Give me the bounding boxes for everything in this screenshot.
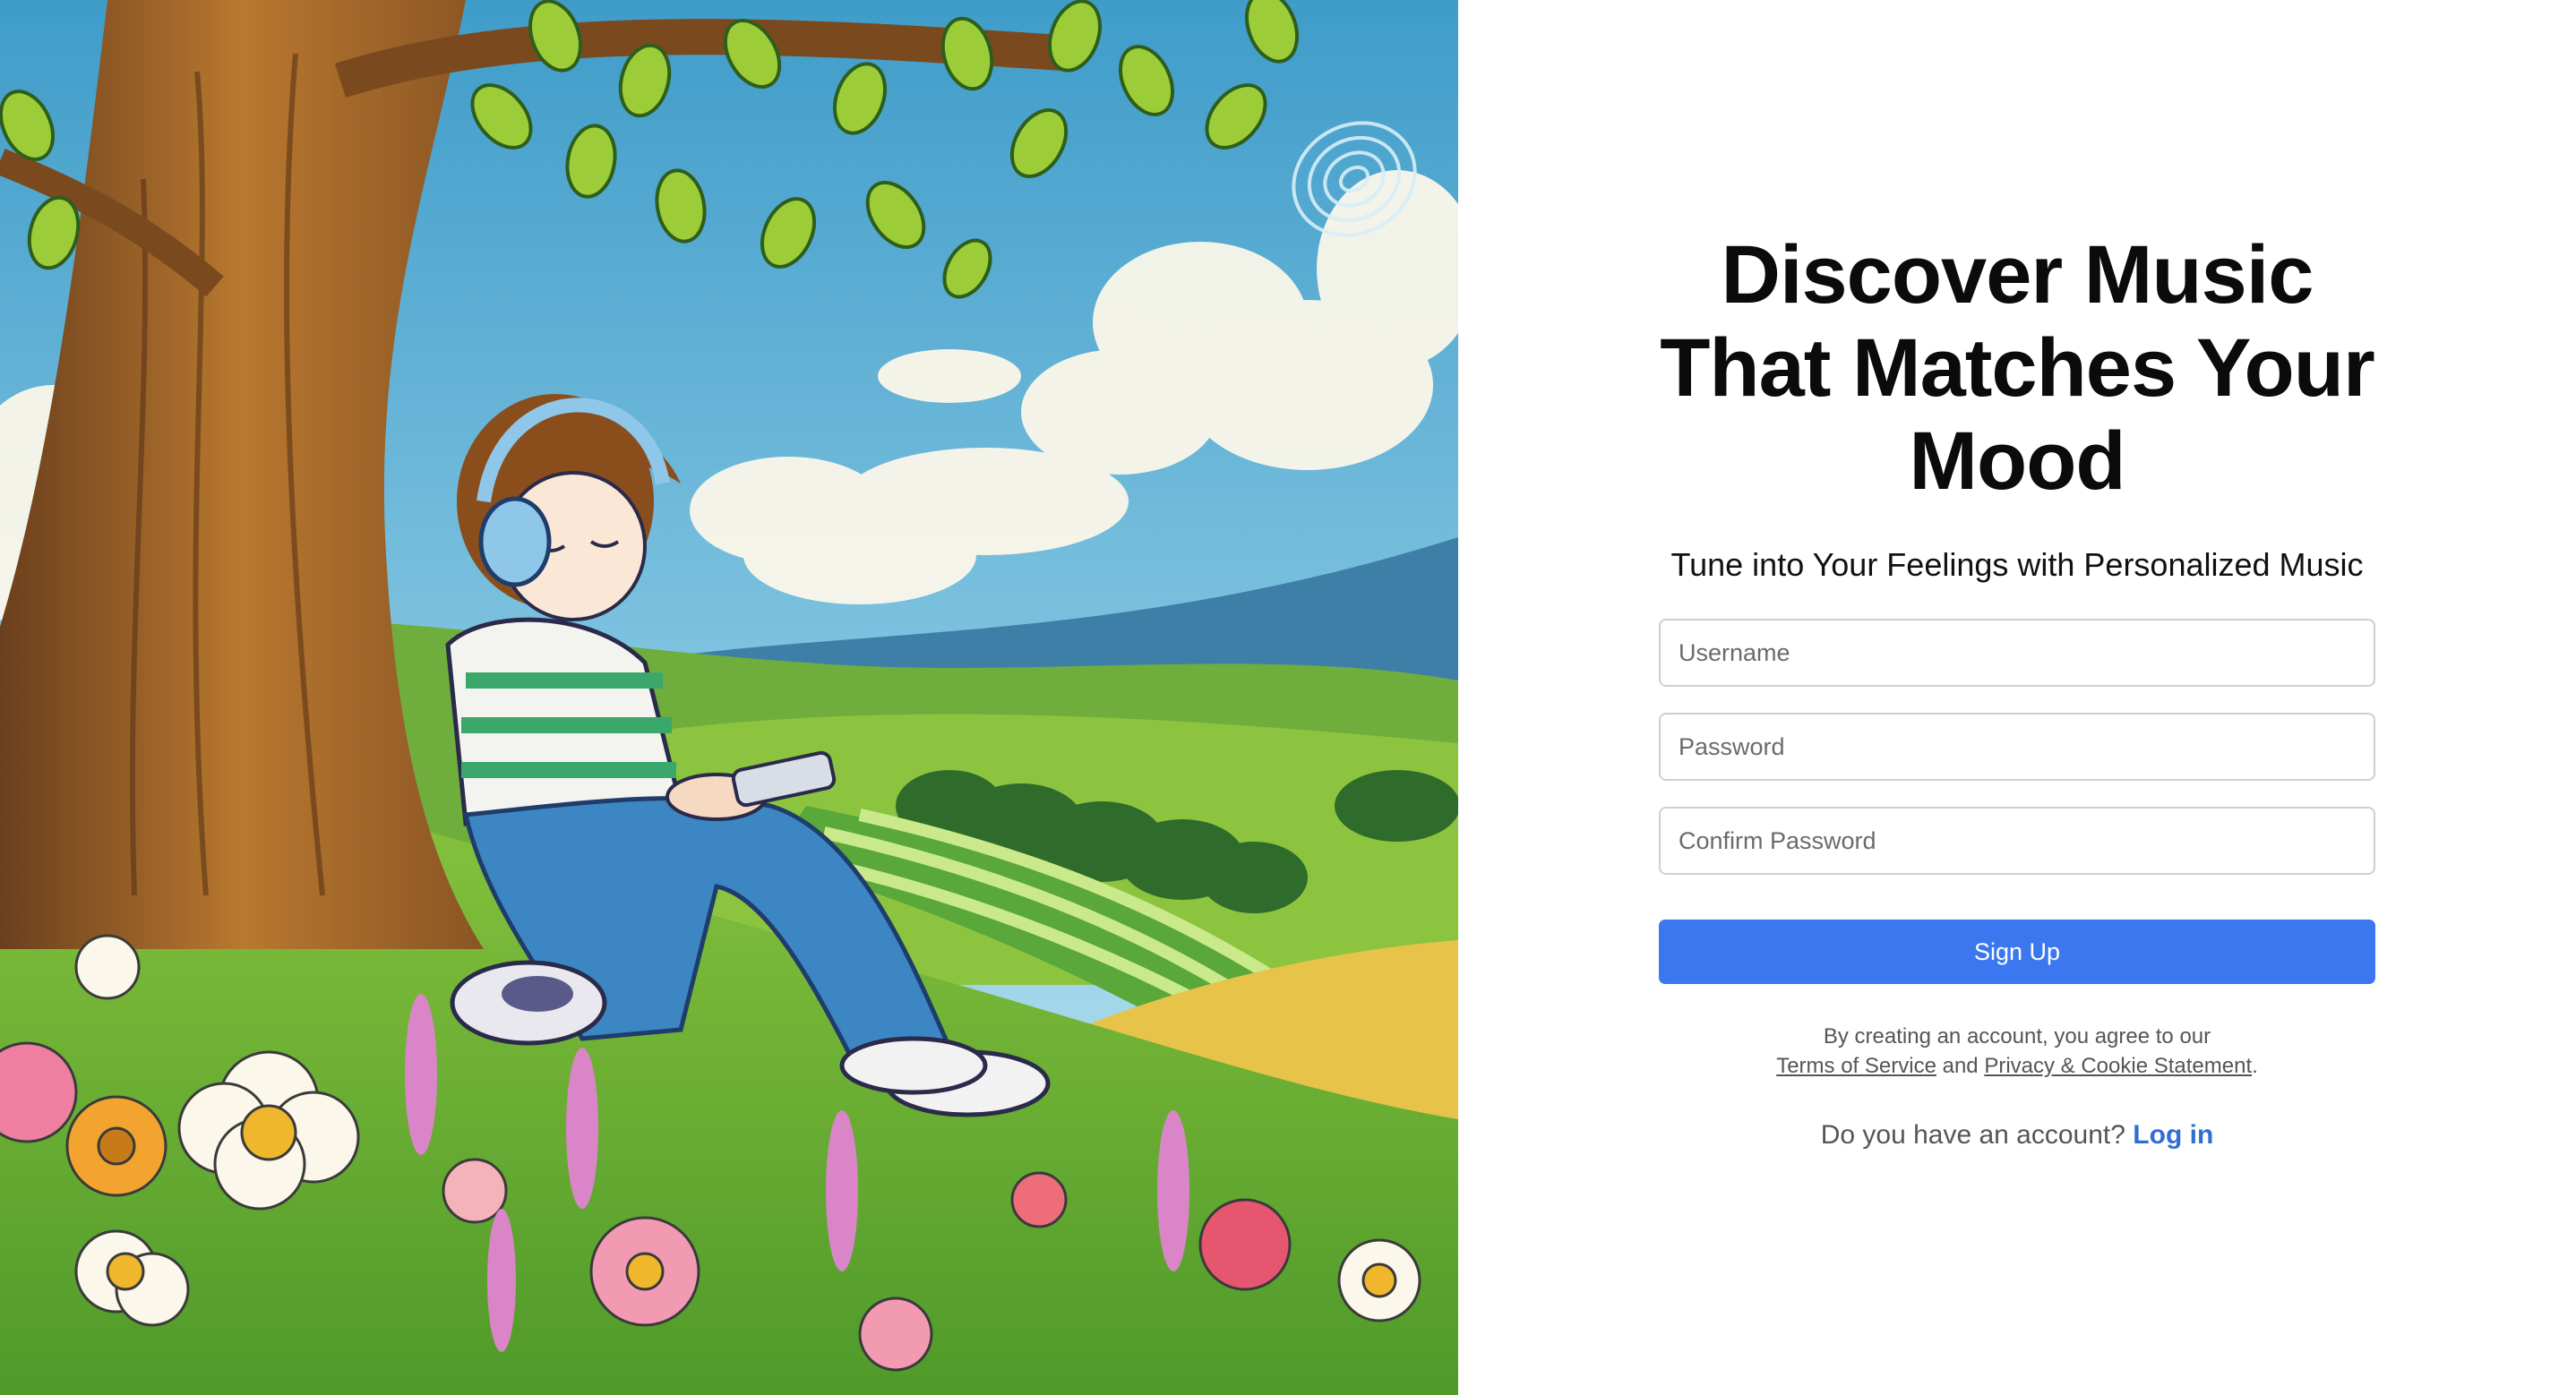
terms-prefix-text: By creating an account, you agree to our bbox=[1823, 1024, 2211, 1048]
confirm-password-input[interactable] bbox=[1659, 807, 2375, 875]
terms-and-text: and bbox=[1942, 1054, 1979, 1078]
hero-illustration-art bbox=[0, 0, 1458, 1395]
password-input[interactable] bbox=[1659, 713, 2375, 781]
hero-illustration bbox=[0, 0, 1458, 1395]
page-subtitle: Tune into Your Feelings with Personalize… bbox=[1670, 546, 2364, 583]
log-in-link[interactable]: Log in bbox=[2133, 1120, 2213, 1150]
terms-of-service-link[interactable]: Terms of Service bbox=[1776, 1054, 1936, 1078]
username-input[interactable] bbox=[1659, 619, 2375, 687]
terms-notice: By creating an account, you agree to our… bbox=[1659, 1022, 2375, 1081]
login-prompt-line: Do you have an account? Log in bbox=[1659, 1118, 2375, 1152]
privacy-cookie-statement-link[interactable]: Privacy & Cookie Statement bbox=[1984, 1054, 2252, 1078]
page-title: Discover Music That Matches Your Mood bbox=[1660, 229, 2375, 507]
sign-up-button[interactable]: Sign Up bbox=[1659, 920, 2375, 984]
login-prompt-text: Do you have an account? bbox=[1820, 1120, 2125, 1150]
signup-panel: Discover Music That Matches Your Mood Tu… bbox=[1458, 0, 2576, 1395]
signup-form: Discover Music That Matches Your Mood Tu… bbox=[1659, 228, 2375, 1152]
terms-suffix-text: . bbox=[2252, 1054, 2258, 1078]
